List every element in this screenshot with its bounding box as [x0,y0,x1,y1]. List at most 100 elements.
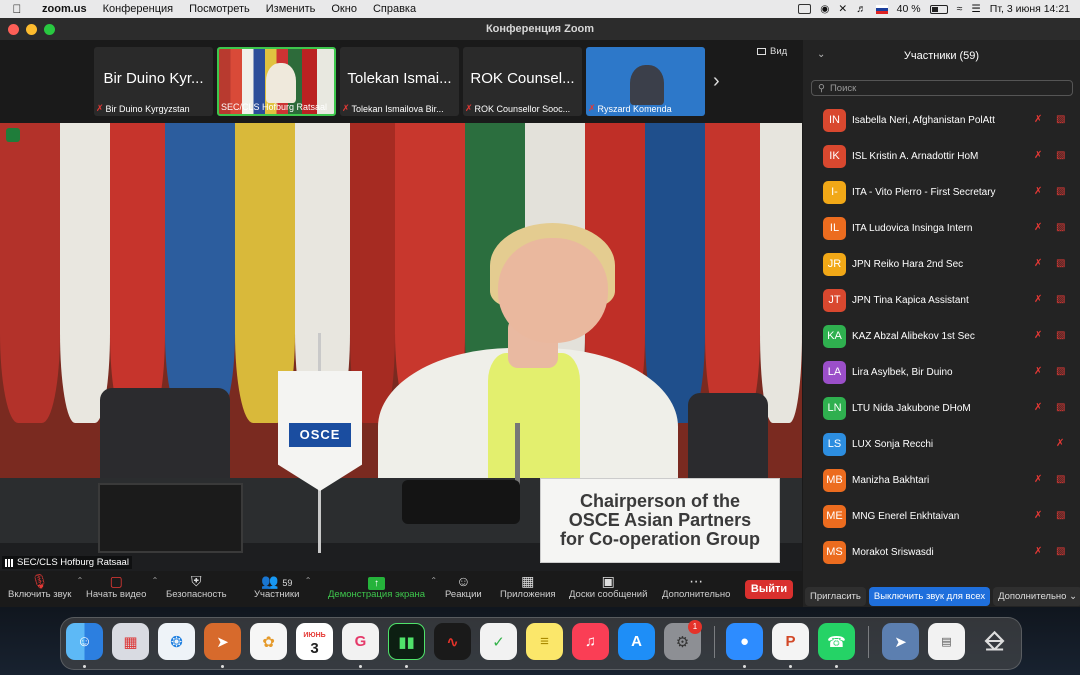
apps-label: Приложения [500,589,556,600]
security-button[interactable]: ⛨ Безопасность [166,573,227,600]
input-source-flag-icon[interactable] [875,4,888,14]
more-button[interactable]: ⋯ Дополнительно [662,573,730,600]
participant-row[interactable]: JR JPN Reiko Hara 2nd Sec ✗ ▧ [803,246,1080,282]
window-title: Конференция Zoom [485,23,595,35]
participant-row[interactable]: IN Isabella Neri, Afghanistan PolAtt ✗ ▧ [803,102,1080,138]
participant-row[interactable]: KA KAZ Abzal Alibekov 1st Sec ✗ ▧ [803,318,1080,354]
participants-button[interactable]: 👥 59 Участники ⌃ [254,573,311,600]
chevron-down-icon: ⌄ [1069,590,1078,602]
chevron-up-icon[interactable]: ⌃ [305,576,312,585]
apps-button[interactable]: ▦ Приложения [500,573,556,600]
menu-help[interactable]: Справка [365,3,424,15]
menu-clock[interactable]: Пт, 3 июня 14:21 [990,3,1070,15]
participant-row[interactable]: LA Lira Asylbek, Bir Duino ✗ ▧ [803,354,1080,390]
bluetooth-icon[interactable]: ✕ [838,3,847,15]
app-store-icon[interactable]: A [618,623,655,660]
menu-conference[interactable]: Конференция [95,3,181,15]
avatar: JR [823,252,846,276]
signal-bars-icon [5,558,14,567]
start-video-button[interactable]: ▢ Начать видео ⌃ [86,573,158,600]
calendar-icon[interactable]: ИЮНЬ 3 [296,623,333,660]
powerpoint-icon[interactable]: P [772,623,809,660]
wifi-icon[interactable]: ≈ [957,3,963,15]
menu-view[interactable]: Посмотреть [181,3,258,15]
mic-off-icon: ✗ [1034,150,1043,161]
fullscreen-window-icon[interactable] [44,24,55,35]
launchpad-icon[interactable]: ▦ [112,623,149,660]
whiteboards-button[interactable]: ▣ Доски сообщений [569,573,647,600]
whatsapp-icon[interactable]: ☎ [818,623,855,660]
thumb-caption: SEC/CLS Hofburg Ratsaal [221,102,327,112]
panel-more-button[interactable]: Дополнительно ⌄ [993,586,1080,606]
active-speaker-video[interactable]: OSCE Chairperson of the OSCE Asian Partn… [0,123,802,571]
menu-edit[interactable]: Изменить [258,3,324,15]
participant-row[interactable]: MS Morakot Sriswasdi ✗ ▧ [803,534,1080,570]
menu-app-name[interactable]: zoom.us [34,3,95,15]
participant-row[interactable]: IK ISL Kristin A. Arnadottir HoM ✗ ▧ [803,138,1080,174]
dock-separator [714,626,715,658]
participant-row[interactable]: MB Manizha Bakhtari ✗ ▧ [803,462,1080,498]
avatar: I- [823,180,846,204]
running-indicator [789,665,792,668]
participant-row[interactable]: LS LUX Sonja Recchi ✗ [803,426,1080,462]
participants-count: 59 [282,578,293,588]
adguard-icon[interactable]: ✓ [480,623,517,660]
trash-icon[interactable]: ⎒ [976,623,1013,660]
reactions-button[interactable]: ☺ Реакции [445,573,482,600]
unmute-button[interactable]: 🎙 Включить звук ⌃ [8,573,83,600]
minimize-window-icon[interactable] [26,24,37,35]
encryption-shield-icon[interactable] [6,128,20,142]
participant-name: KAZ Abzal Alibekov 1st Sec [852,330,975,342]
control-center-icon[interactable]: ☰ [971,3,980,15]
close-window-icon[interactable] [8,24,19,35]
zoom-icon[interactable]: ● [726,623,763,660]
status-area: ◉ ✕ ♬ 40 % ≈ ☰ Пт, 3 июня 14:21 [798,3,1080,15]
participant-row[interactable]: LN LTU Nida Jakubone DHoM ✗ ▧ [803,390,1080,426]
thumb-bir-duino[interactable]: Bir Duino Kyr... ✗ Bir Duino Kyrgyzstan [94,47,213,116]
menu-window[interactable]: Окно [323,3,365,15]
activity-monitor-icon[interactable]: ▮▮ [388,623,425,660]
mute-all-button[interactable]: Выключить звук для всех [868,586,991,606]
chevron-up-icon[interactable]: ⌃ [430,576,437,585]
participant-row[interactable]: JT JPN Tina Kapica Assistant ✗ ▧ [803,282,1080,318]
avatar: IL [823,216,846,240]
avatar: JT [823,288,846,312]
participant-name: LTU Nida Jakubone DHoM [852,402,971,414]
running-indicator [221,665,224,668]
view-button[interactable]: Вид [757,46,787,57]
finder-icon[interactable]: ☺ [66,623,103,660]
participants-icon: 👥 59 [261,573,293,589]
participant-row[interactable]: ME MNG Enerel Enkhtaivan ✗ ▧ [803,498,1080,534]
photos-icon[interactable]: ✿ [250,623,287,660]
downloads-stack-icon[interactable]: ▤ [928,623,965,660]
battery-icon[interactable] [929,4,948,14]
participant-row[interactable]: IL ITA Ludovica Insinga Intern ✗ ▧ [803,210,1080,246]
participants-panel: ⌄ Участники (59) ⚲ Поиск IN Isabella Neri… [803,40,1080,607]
volume-icon[interactable]: ♬ [856,3,867,15]
notes-icon[interactable]: ≡ [526,623,563,660]
screen-record-icon[interactable] [798,4,812,14]
thumb-ryszard-komenda[interactable]: ✗ Ryszard Komenda [586,47,705,116]
apple-menu-icon[interactable]:  [0,2,34,16]
thumb-tolekan-ismailova[interactable]: Tolekan Ismai... ✗ Tolekan Ismailova Bir.… [340,47,459,116]
thumb-hofburg-ratsaal[interactable]: SEC/CLS Hofburg Ratsaal [217,47,336,116]
zoom-status-icon[interactable]: ◉ [820,3,829,15]
rocket-app-icon[interactable]: ➤ [204,623,241,660]
chevron-up-icon[interactable]: ⌃ [77,576,84,585]
chairperson-nameplate: Chairperson of the OSCE Asian Partners f… [540,478,780,563]
safari-icon[interactable]: ❂ [158,623,195,660]
recent-app-icon[interactable]: ➤ [882,623,919,660]
next-page-arrow-icon[interactable]: › [713,70,720,93]
mic-off-icon: ✗ [1034,330,1043,341]
thumb-rok-counsellor[interactable]: ROK Counsel... ✗ ROK Counsellor Sooc... [463,47,582,116]
voice-memos-icon[interactable]: ∿ [434,623,471,660]
chevron-up-icon[interactable]: ⌃ [152,576,159,585]
music-icon[interactable]: ♫ [572,623,609,660]
participant-row[interactable]: I- ITA - Vito Pierro - First Secretary ✗ ▧ [803,174,1080,210]
share-screen-button[interactable]: ↑ Демонстрация экрана ⌃ [328,573,437,600]
participants-search-input[interactable]: ⚲ Поиск [811,80,1073,96]
grammarly-icon[interactable]: G [342,623,379,660]
leave-button[interactable]: Выйти [745,580,793,599]
mic-off-icon: ✗ [465,103,473,113]
invite-button[interactable]: Пригласить [805,586,866,606]
